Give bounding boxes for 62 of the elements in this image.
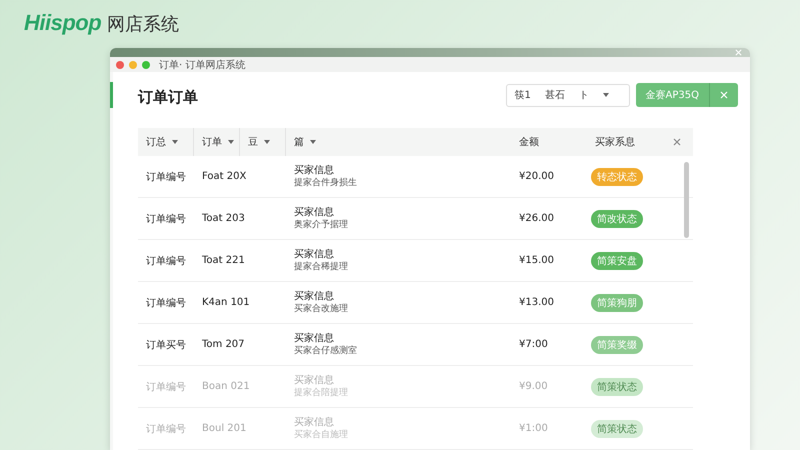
status-badge: 简策状态 bbox=[591, 378, 643, 396]
close-icon bbox=[735, 49, 742, 56]
status-badge: 简策狗朋 bbox=[591, 294, 643, 312]
customer-name: Toat 221 bbox=[201, 255, 246, 266]
order-number: 订单编号 bbox=[145, 296, 187, 310]
order-number: 订单编号 bbox=[145, 380, 187, 394]
column-header[interactable]: 金额 bbox=[511, 128, 587, 156]
amount: ¥20.00 bbox=[518, 171, 555, 182]
minimize-dot[interactable] bbox=[129, 60, 137, 68]
buyer-info: 买家信息 bbox=[294, 248, 335, 260]
order-number: 订单编号 bbox=[145, 422, 187, 436]
column-header[interactable]: 篇 bbox=[286, 128, 511, 156]
buyer-info: 买家信息 bbox=[294, 164, 335, 176]
amount: ¥13.00 bbox=[518, 297, 555, 308]
buyer-detail: 奥家介予据理 bbox=[294, 218, 349, 232]
buyer-info: 买家信息 bbox=[294, 290, 335, 302]
column-header[interactable]: 豆 bbox=[240, 128, 286, 156]
column-header[interactable]: 订总 bbox=[138, 128, 194, 156]
status-badge: 简改状态 bbox=[591, 210, 643, 228]
customer-name: Toat 203 bbox=[201, 213, 246, 224]
order-number: 订单编号 bbox=[145, 254, 187, 268]
scrollbar[interactable] bbox=[684, 162, 689, 238]
caret-icon bbox=[602, 93, 609, 97]
column-header[interactable]: 买家系息 bbox=[587, 128, 673, 156]
buyer-detail: 提家合件身损生 bbox=[294, 176, 358, 190]
buyer-info: 买家信息 bbox=[294, 374, 335, 386]
close-icon bbox=[720, 91, 728, 99]
order-number: 订单编号 bbox=[145, 170, 187, 184]
amount: ¥15.00 bbox=[518, 255, 555, 266]
status-badge: 简策状态 bbox=[591, 420, 643, 438]
status-badge: 简策奖缀 bbox=[591, 336, 643, 354]
buyer-detail: 买家合仔感测室 bbox=[294, 344, 358, 358]
customer-name: Tom 207 bbox=[201, 339, 246, 350]
brand-name: 网店系统 bbox=[107, 13, 180, 36]
customer-name: K4an 101 bbox=[201, 297, 251, 308]
filter-select[interactable]: 筷1 甚石 ト bbox=[506, 84, 630, 106]
close-icon bbox=[673, 138, 681, 146]
buyer-detail: 提家合陪提理 bbox=[294, 386, 349, 400]
buyer-detail: 买家合自施理 bbox=[294, 428, 349, 442]
order-number: 订单买号 bbox=[145, 338, 187, 352]
amount: ¥26.00 bbox=[518, 213, 555, 224]
column-header[interactable]: 订单 bbox=[194, 128, 240, 156]
close-dot[interactable] bbox=[116, 60, 124, 68]
order-number: 订单编号 bbox=[145, 212, 187, 226]
buyer-info: 买家信息 bbox=[294, 332, 335, 344]
customer-name: Foat 20X bbox=[201, 171, 248, 182]
buyer-detail: 买家合改施理 bbox=[294, 302, 349, 316]
buyer-info: 买家信息 bbox=[294, 206, 335, 218]
logo: Hiispop bbox=[24, 10, 102, 36]
customer-name: Boul 201 bbox=[201, 423, 248, 434]
status-badge: 转态状态 bbox=[591, 168, 643, 186]
status-badge: 简策安盘 bbox=[591, 252, 643, 270]
page-title: 订单订单 bbox=[138, 86, 199, 106]
amount: ¥7:00 bbox=[518, 339, 549, 350]
buyer-detail: 提家合稀提理 bbox=[294, 260, 349, 274]
amount: ¥9.00 bbox=[518, 381, 549, 392]
customer-name: Boan 021 bbox=[201, 381, 251, 392]
window-title: 订单· 订单网店系统 bbox=[159, 58, 246, 72]
buyer-info: 买家信息 bbox=[294, 416, 335, 428]
maximize-dot[interactable] bbox=[142, 60, 150, 68]
active-indicator bbox=[110, 82, 113, 108]
amount: ¥1:00 bbox=[518, 423, 549, 434]
